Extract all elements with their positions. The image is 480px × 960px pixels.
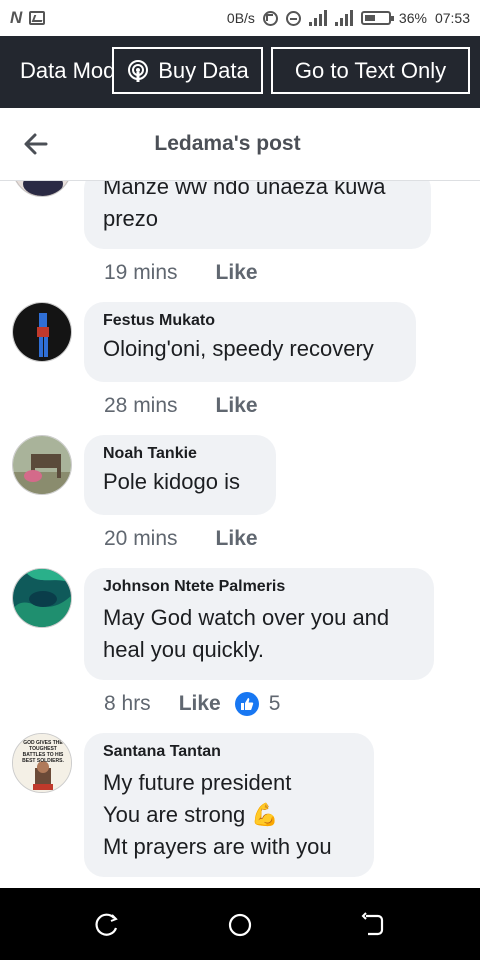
gallery-icon [29,11,46,25]
comment-time: 19 mins [104,261,178,284]
comment-time: 28 mins [104,394,178,417]
comment-bubble[interactable]: Noah Tankie Pole kidogo is [84,435,276,515]
text-only-label: Go to Text Only [294,57,447,83]
like-button[interactable]: Like [216,527,258,551]
battery-percent: 36% [398,10,427,26]
page-title: Ledama's post [154,132,301,155]
avatar[interactable] [12,435,72,495]
comment-author[interactable]: Johnson Ntete Palmeris [103,578,415,596]
sync-icon [262,10,278,26]
comment-meta: 8 hrs Like 5 [104,692,280,716]
comment-bubble[interactable]: Manze ww ndo unaeza kuwa prezo [84,181,431,249]
clock: 07:53 [434,10,470,26]
comment-time: 20 mins [104,527,178,550]
avatar-caption: GOD GIVES THE TOUGHEST BATTLES TO HIS BE… [22,740,64,764]
back-icon[interactable] [360,912,386,938]
navigation-bar [0,888,480,960]
data-mode-bar: Data Mode Buy Data Go to Text Only [0,36,480,108]
signal-icon [308,10,327,26]
comment-bubble[interactable]: Johnson Ntete Palmeris May God watch ove… [84,568,434,680]
network-speed: 0B/s [226,10,255,26]
comment-meta: 20 mins Like [104,527,258,551]
avatar[interactable]: GOD GIVES THE TOUGHEST BATTLES TO HIS BE… [12,733,72,793]
recent-apps-icon[interactable] [94,912,120,938]
text-only-button[interactable]: Go to Text Only [271,47,470,94]
like-button[interactable]: Like [216,261,258,285]
dnd-icon [285,10,301,26]
avatar[interactable] [12,568,72,628]
like-button[interactable]: Like [179,692,221,716]
thumbs-up-icon [234,692,259,716]
comment-text: Pole kidogo is [103,469,240,494]
reaction-summary[interactable]: 5 [234,692,281,716]
comment-bubble[interactable]: Santana Tantan My future president You a… [84,733,374,877]
signal-icon [334,10,353,26]
podcast-icon [128,59,149,82]
comment-author[interactable]: Santana Tantan [103,743,355,761]
comment-meta: 28 mins Like [104,394,258,418]
buy-data-label: Buy Data [158,57,249,83]
comment-author[interactable]: Festus Mukato [103,312,397,330]
comment-text: My future president You are strong 💪 Mt … [103,770,332,859]
like-button[interactable]: Like [216,394,258,418]
n-icon: N [10,8,22,27]
comment-author[interactable]: Noah Tankie [103,445,257,463]
home-icon[interactable] [227,912,253,938]
avatar[interactable] [12,181,72,197]
buy-data-button[interactable]: Buy Data [112,47,263,94]
comment-bubble[interactable]: Festus Mukato Oloing'oni, speedy recover… [84,302,416,382]
comment-time: 8 hrs [104,692,151,715]
post-header: Ledama's post [0,108,480,181]
comment-text: Manze ww ndo unaeza kuwa prezo [103,181,386,231]
battery-icon [360,11,394,25]
comment-meta: 19 mins Like [104,261,258,285]
reaction-count: 5 [268,692,281,715]
status-bar: N 0B/s 36% 07:53 [0,0,480,36]
comment-text: Oloing'oni, speedy recovery [103,336,374,361]
avatar[interactable] [12,302,72,362]
comment-text: May God watch over you and heal you quic… [103,605,390,662]
comments-feed[interactable]: Manze ww ndo unaeza kuwa prezo 19 mins L… [0,181,480,888]
